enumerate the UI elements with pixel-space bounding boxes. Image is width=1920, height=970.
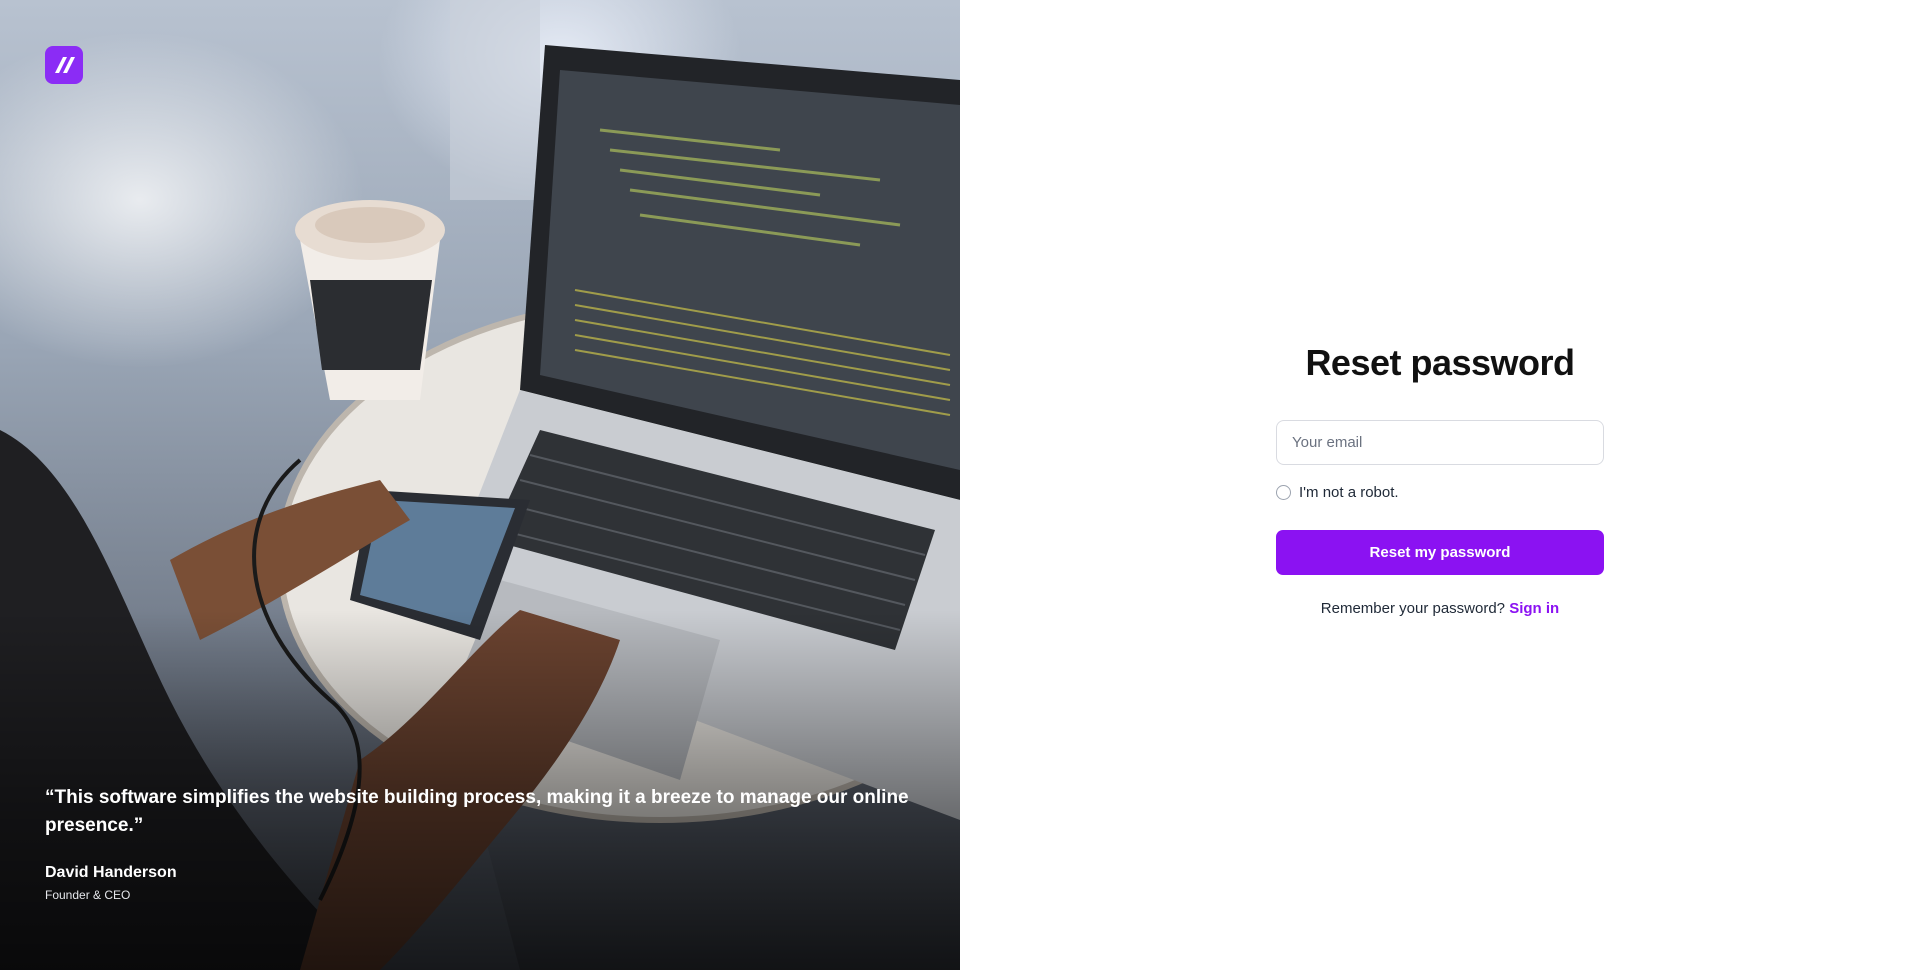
testimonial-author: David Handerson [45, 864, 177, 881]
testimonial-role: Founder & CEO [45, 888, 131, 902]
testimonial: “This software simplifies the website bu… [45, 784, 925, 902]
page-title: Reset password [1305, 342, 1575, 383]
robot-radio[interactable] [1276, 484, 1291, 500]
sign-in-link[interactable]: Sign in [1509, 600, 1559, 617]
page: “This software simplifies the website bu… [0, 0, 1920, 970]
form-panel: Reset password I'm not a robot. Reset my… [960, 0, 1920, 970]
logo-mark-icon [55, 57, 75, 73]
reset-password-form: Reset password I'm not a robot. Reset my… [1276, 340, 1604, 617]
remember-label: Remember your password? [1320, 600, 1506, 617]
hero-panel: “This software simplifies the website bu… [0, 0, 960, 970]
email-field[interactable] [1276, 420, 1604, 465]
testimonial-quote: “This software simplifies the website bu… [45, 787, 909, 836]
reset-password-button[interactable]: Reset my password [1276, 530, 1604, 575]
remember-password-text: Remember your password? Sign in [1276, 600, 1604, 617]
robot-label: I'm not a robot. [1299, 483, 1399, 501]
brand-logo-icon[interactable] [45, 46, 83, 84]
robot-check[interactable]: I'm not a robot. [1276, 483, 1604, 501]
